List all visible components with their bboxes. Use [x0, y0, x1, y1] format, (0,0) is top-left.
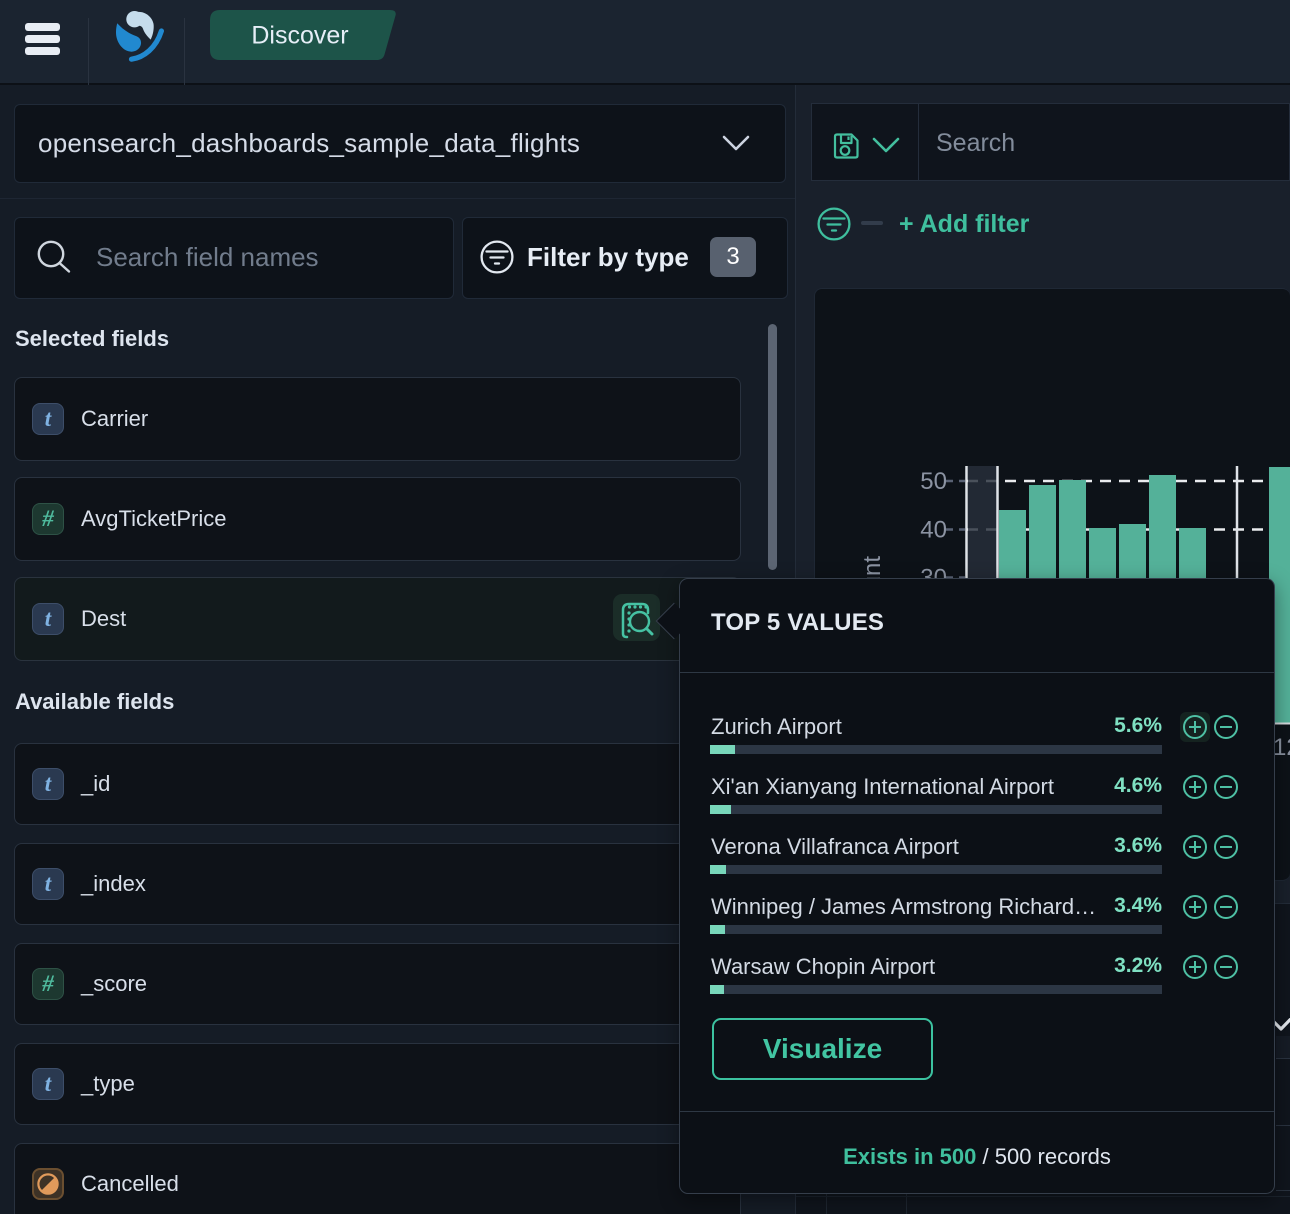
svg-text:40: 40 — [920, 517, 947, 544]
svg-text:50: 50 — [920, 468, 947, 495]
svg-text:Discover: Discover — [251, 22, 348, 50]
svg-text:12:00: 12:00 — [1273, 734, 1290, 761]
